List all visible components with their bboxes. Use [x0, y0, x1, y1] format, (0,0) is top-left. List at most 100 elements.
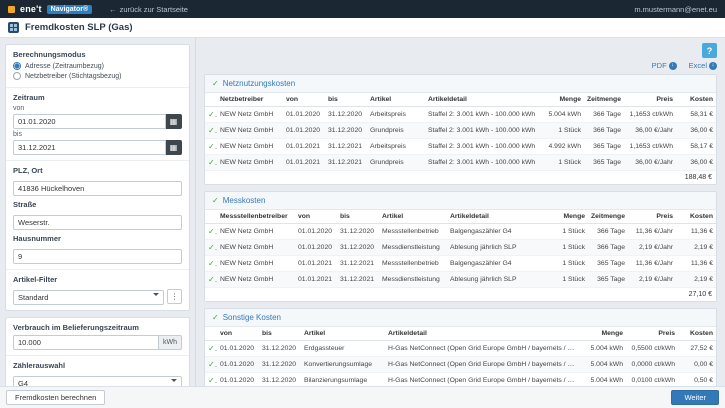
- calendar-icon[interactable]: ▦: [166, 140, 182, 155]
- cell-menge: 1 Stück: [544, 155, 584, 171]
- column-header-preis: Preis: [626, 327, 678, 341]
- column-header-bis: bis: [325, 93, 367, 107]
- cell-zeitmenge: 366 Tage: [588, 224, 628, 240]
- topbar: ene't Navigator® ← zurück zur Startseite…: [0, 0, 725, 18]
- cell-von: 01.01.2020: [283, 123, 325, 139]
- cell-von: 01.01.2021: [295, 256, 337, 272]
- cell-preis: 2,19 €/Jahr: [628, 240, 676, 256]
- cell-artikeldetail: Staffel 2: 3.001 kWh - 100.000 kWh: [425, 139, 544, 155]
- column-header-zeitmenge: Zeitmenge: [588, 210, 628, 224]
- messkosten-header[interactable]: ✓ Messkosten: [205, 192, 716, 210]
- cell-menge: 5.004 kWh: [544, 107, 584, 123]
- group-zeitraum: Zeitraum von ▦ bis ▦: [6, 88, 189, 161]
- check-column-header: [205, 327, 217, 341]
- excel-link-label: Excel: [689, 61, 707, 70]
- cell-kosten: 11,36 €: [676, 224, 716, 240]
- cell-kosten: 58,17 €: [676, 139, 716, 155]
- cell-preis: 0,0100 ct/kWh: [626, 373, 678, 387]
- back-arrow-icon: ←: [109, 5, 117, 14]
- sidebar: Berechnungsmodus Adresse (Zeitraumbezug)…: [0, 38, 196, 386]
- table-row: ✓NEW Netz GmbH01.01.202131.12.2021Arbeit…: [205, 139, 716, 155]
- radio-netzbetreiber[interactable]: Netzbetreiber (Stichtagsbezug): [13, 72, 182, 80]
- cell-messstellenbetreiber: NEW Netz GmbH: [217, 272, 295, 288]
- radio-netzbetreiber-label: Netzbetreiber (Stichtagsbezug): [25, 73, 122, 80]
- cell-messstellenbetreiber: NEW Netz GmbH: [217, 224, 295, 240]
- row-check-icon: ✓: [208, 259, 217, 268]
- cell-von: 01.01.2021: [295, 272, 337, 288]
- excel-export-link[interactable]: Excel ↓: [689, 61, 717, 70]
- verbrauch-input[interactable]: [13, 335, 159, 350]
- column-header-zeitmenge: Zeitmenge: [584, 93, 624, 107]
- group-zaehlerauswahl: Zählerauswahl G4: [6, 356, 189, 386]
- column-header-kosten: Kosten: [678, 327, 716, 341]
- group-adresse: PLZ, Ort Straße Hausnummer: [6, 161, 189, 270]
- messkosten-table: MessstellenbetreibervonbisArtikelArtikel…: [205, 210, 716, 301]
- bis-label: bis: [13, 131, 182, 138]
- date-von-input[interactable]: [13, 114, 166, 129]
- calendar-icon[interactable]: ▦: [166, 114, 182, 129]
- row-check-icon: ✓: [208, 344, 217, 353]
- column-header-menge: Menge: [548, 210, 588, 224]
- hausnummer-input[interactable]: [13, 249, 182, 264]
- section-title: Netznutzungskosten: [223, 79, 296, 88]
- section-total: 27,10 €: [205, 288, 716, 302]
- section-check-icon: ✓: [212, 79, 219, 88]
- cell-artikel: Erdgassteuer: [301, 341, 385, 357]
- zaehlerauswahl-select[interactable]: G4: [13, 376, 182, 386]
- sonstige-kosten-header[interactable]: ✓ Sonstige Kosten: [205, 309, 716, 327]
- row-check-icon: ✓: [208, 158, 217, 167]
- radio-netzbetreiber-input[interactable]: [13, 72, 21, 80]
- user-email[interactable]: m.mustermann@enet.eu: [634, 5, 717, 14]
- radio-adresse[interactable]: Adresse (Zeitraumbezug): [13, 62, 182, 70]
- weiter-button[interactable]: Weiter: [671, 390, 719, 405]
- logo-badge: Navigator®: [47, 5, 92, 14]
- table-row: ✓NEW Netz GmbH01.01.202031.12.2020Messst…: [205, 224, 716, 240]
- strasse-label: Straße: [13, 200, 182, 209]
- column-header-menge: Menge: [544, 93, 584, 107]
- plz-ort-input[interactable]: [13, 181, 182, 196]
- cell-von: 01.01.2020: [295, 224, 337, 240]
- cell-preis: 11,36 €/Jahr: [628, 224, 676, 240]
- strasse-input[interactable]: [13, 215, 182, 230]
- cell-bis: 31.12.2020: [337, 224, 379, 240]
- help-button[interactable]: ?: [702, 43, 717, 58]
- check-column-header: [205, 210, 217, 224]
- cell-kosten: 11,36 €: [676, 256, 716, 272]
- cell-menge: 1 Stück: [548, 224, 588, 240]
- date-bis-input[interactable]: [13, 140, 166, 155]
- plz-ort-label: PLZ, Ort: [13, 166, 182, 175]
- main-content: ? PDF ↓ Excel ↓ ✓ Netznutzungskosten Net…: [196, 38, 725, 386]
- section-title: Messkosten: [223, 196, 266, 205]
- cell-bis: 31.12.2020: [337, 240, 379, 256]
- verbrauch-label: Verbrauch im Belieferungszeitraum: [13, 323, 182, 332]
- hausnummer-label: Hausnummer: [13, 234, 182, 243]
- back-to-start-link[interactable]: ← zurück zur Startseite: [109, 5, 188, 14]
- cell-von: 01.01.2021: [283, 139, 325, 155]
- section-check-icon: ✓: [212, 313, 219, 322]
- column-header-kosten: Kosten: [676, 210, 716, 224]
- cell-bis: 31.12.2020: [259, 341, 301, 357]
- cell-artikel: Konvertierungsumlage: [301, 357, 385, 373]
- cell-artikeldetail: H-Gas NetConnect (Open Grid Europe GmbH …: [385, 341, 582, 357]
- column-header-artikeldetail: Artikeldetail: [447, 210, 548, 224]
- cell-menge: 1 Stück: [548, 240, 588, 256]
- pdf-export-link[interactable]: PDF ↓: [652, 61, 677, 70]
- cell-zeitmenge: 365 Tage: [584, 139, 624, 155]
- group-artikel-filter: Artikel-Filter Standard ⋮: [6, 270, 189, 310]
- section-total: 188,48 €: [205, 171, 716, 185]
- cell-bis: 31.12.2021: [325, 155, 367, 171]
- radio-adresse-input[interactable]: [13, 62, 21, 70]
- cell-artikeldetail: Ablesung jährlich SLP: [447, 272, 548, 288]
- fremdkosten-berechnen-button[interactable]: Fremdkosten berechnen: [6, 390, 105, 405]
- cell-artikeldetail: Staffel 2: 3.001 kWh - 100.000 kWh: [425, 123, 544, 139]
- sidebar-card-parameters: Berechnungsmodus Adresse (Zeitraumbezug)…: [5, 44, 190, 311]
- row-check-icon: ✓: [208, 126, 217, 135]
- artikel-filter-select[interactable]: Standard: [13, 290, 164, 305]
- sidebar-card-verbrauch: Verbrauch im Belieferungszeitraum kWh Zä…: [5, 317, 190, 386]
- column-header-netzbetreiber: Netzbetreiber: [217, 93, 283, 107]
- netznutzungskosten-table: NetzbetreibervonbisArtikelArtikeldetailM…: [205, 93, 716, 184]
- cell-menge: 1 Stück: [544, 123, 584, 139]
- netznutzungskosten-header[interactable]: ✓ Netznutzungskosten: [205, 75, 716, 93]
- filter-menu-dots-icon[interactable]: ⋮: [167, 289, 182, 304]
- page-title: Fremdkosten SLP (Gas): [25, 22, 133, 33]
